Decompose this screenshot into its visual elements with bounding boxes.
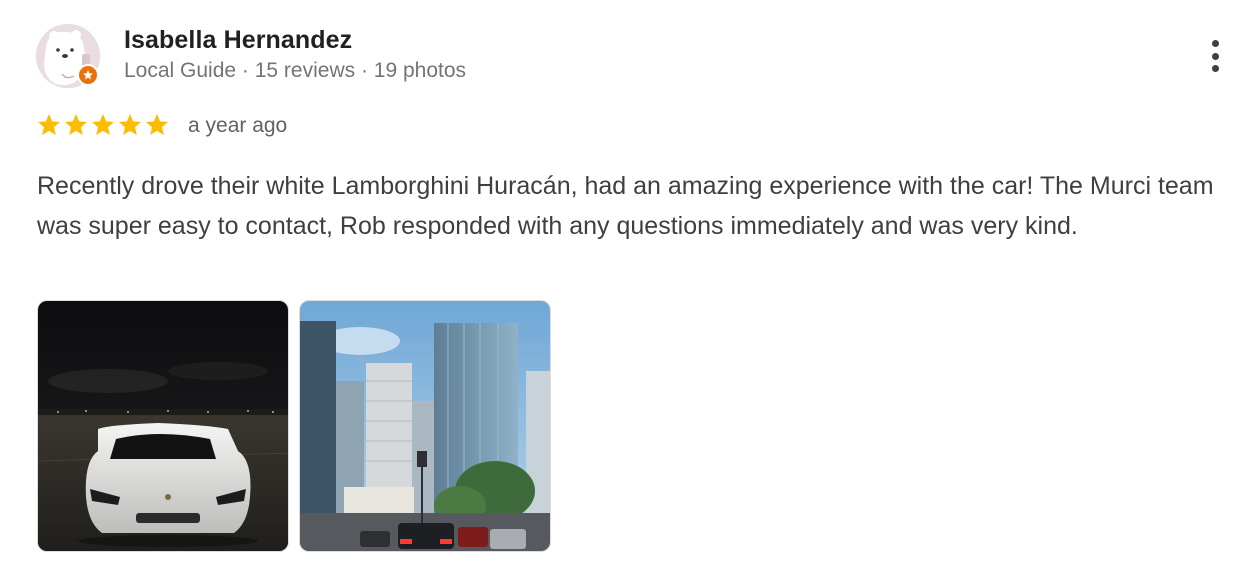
star-icon: [64, 113, 88, 135]
star-icon: [118, 113, 142, 135]
star-rating: [36, 112, 170, 138]
review-time: a year ago: [188, 114, 288, 137]
more-vert-icon: [1211, 40, 1219, 47]
review-card: Isabella Hernandez Local Guide · 15 revi…: [0, 0, 1246, 578]
review-text: Recently drove their white Lamborghini H…: [37, 172, 1214, 240]
more-options-button[interactable]: [1200, 34, 1230, 78]
reviewer-name[interactable]: Isabella Hernandez: [124, 26, 352, 55]
star-icon: [91, 113, 115, 135]
local-guide-badge: [77, 64, 99, 86]
reviewer-meta: Local Guide · 15 reviews · 19 photos: [124, 59, 467, 82]
photo-white-lamborghini-night: [38, 301, 288, 551]
star-icon: [145, 113, 169, 135]
review-photo-2[interactable]: [299, 300, 551, 552]
local-guide-star-icon: [83, 70, 93, 80]
review-photo-1[interactable]: [37, 300, 289, 552]
photo-city-skyscrapers-traffic: [300, 301, 550, 551]
star-icon: [37, 113, 61, 135]
